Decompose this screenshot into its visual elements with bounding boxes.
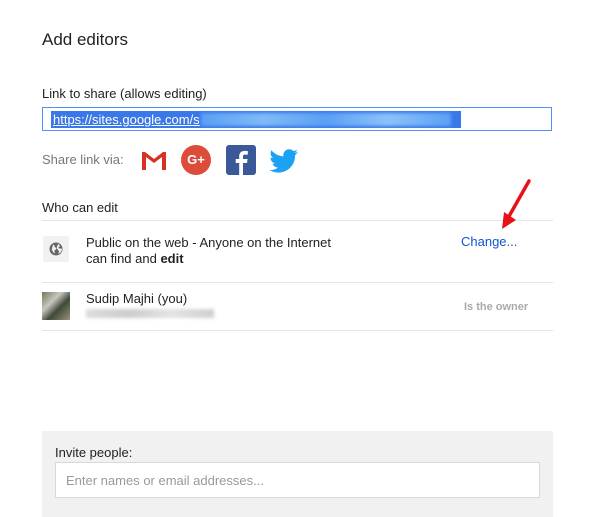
add-editors-dialog: Add editors Link to share (allows editin… — [0, 0, 600, 517]
link-to-share-label: Link to share (allows editing) — [42, 86, 207, 101]
user-name: Sudip Majhi (you) — [86, 291, 188, 306]
redacted-link-segment — [201, 113, 451, 126]
annotation-arrow-icon — [502, 179, 531, 229]
divider — [42, 220, 553, 221]
public-visibility-subtext: can find and edit — [86, 251, 184, 266]
google-plus-icon[interactable]: G+ — [181, 145, 211, 175]
owner-label: Is the owner — [464, 301, 529, 313]
avatar — [42, 292, 70, 320]
invite-people-label: Invite people: — [55, 445, 133, 460]
dialog-title: Add editors — [42, 30, 128, 49]
public-visibility-text: Public on the web - Anyone on the Intern… — [86, 235, 332, 250]
share-link-field[interactable]: https://sites.google.com/s — [42, 107, 552, 131]
who-can-edit-label: Who can edit — [42, 200, 118, 215]
globe-icon — [43, 236, 69, 262]
twitter-icon[interactable] — [268, 145, 298, 175]
invite-input[interactable] — [55, 462, 540, 498]
divider — [42, 282, 553, 283]
share-link-via-label: Share link via: — [42, 152, 124, 167]
redacted-user-email — [86, 309, 214, 318]
public-subtext-bold: edit — [160, 251, 184, 266]
divider — [42, 330, 553, 331]
change-visibility-link[interactable]: Change... — [461, 234, 517, 249]
share-link-text: https://sites.google.com/s — [53, 112, 200, 127]
invite-panel: Invite people: — [42, 431, 553, 517]
public-subtext-prefix: can find and — [86, 251, 161, 266]
gmail-icon[interactable] — [139, 145, 169, 175]
facebook-icon[interactable] — [226, 145, 256, 175]
